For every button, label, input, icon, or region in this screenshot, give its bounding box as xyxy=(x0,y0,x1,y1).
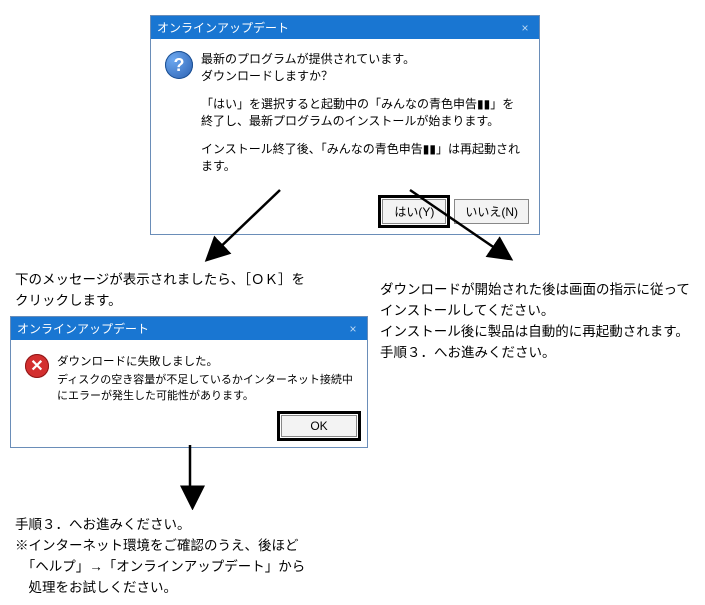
ok-button[interactable]: OK xyxy=(281,415,357,437)
dialog2-line2: ディスクの空き容量が不足しているかインターネット接続中にエラーが発生した可能性が… xyxy=(57,373,353,405)
dialog1-title: オンラインアップデート xyxy=(157,19,289,36)
close-icon[interactable]: × xyxy=(517,21,533,35)
dialog1-line1: 最新のプログラムが提供されています。 xyxy=(201,52,415,66)
question-icon: ? xyxy=(165,51,193,79)
right-instructions: ダウンロードが開始された後は画面の指示に従ってインストールしてください。 インス… xyxy=(380,280,690,364)
left-caption: 下のメッセージが表示されましたら、［ＯＫ］をクリックします。 xyxy=(15,270,315,312)
lf-l2: ※インターネット環境をご確認のうえ、後ほど xyxy=(15,538,299,553)
dialog1-line3: 「はい」を選択すると起動中の「みんなの青色申告▮▮」を終了し、最新プログラムのイ… xyxy=(201,96,525,131)
arrow-down xyxy=(170,440,210,510)
lf-l3: 「ヘルプ」→「オンラインアップデート」から xyxy=(15,559,305,574)
right-l3: 手順３．へお進みください。 xyxy=(380,345,556,360)
dialog2-titlebar: オンラインアップデート × xyxy=(11,317,367,340)
right-l2: インストール後に製品は自動的に再起動されます。 xyxy=(380,324,689,339)
dialog2-title: オンラインアップデート xyxy=(17,320,149,337)
dialog1-titlebar: オンラインアップデート × xyxy=(151,16,539,39)
dialog-update-prompt: オンラインアップデート × ? 最新のプログラムが提供されています。 ダウンロー… xyxy=(150,15,540,235)
error-icon: ✕ xyxy=(25,354,49,378)
lf-l1: 手順３．へお進みください。 xyxy=(15,517,191,532)
yes-button[interactable]: はい(Y) xyxy=(382,199,446,224)
no-button[interactable]: いいえ(N) xyxy=(454,199,529,224)
right-l1: ダウンロードが開始された後は画面の指示に従ってインストールしてください。 xyxy=(380,282,690,318)
dialog1-line4: インストール終了後、「みんなの青色申告▮▮」は再起動されます。 xyxy=(201,141,525,176)
dialog-download-failed: オンラインアップデート × ✕ ダウンロードに失敗しました。 ディスクの空き容量… xyxy=(10,316,368,448)
dialog2-line1: ダウンロードに失敗しました。 xyxy=(57,354,353,371)
close-icon[interactable]: × xyxy=(345,322,361,336)
dialog1-line2: ダウンロードしますか？ xyxy=(201,69,333,83)
lf-l4: 処理をお試しください。 xyxy=(15,580,177,595)
left-footer: 手順３．へお進みください。 ※インターネット環境をご確認のうえ、後ほど 「ヘルプ… xyxy=(15,515,335,599)
